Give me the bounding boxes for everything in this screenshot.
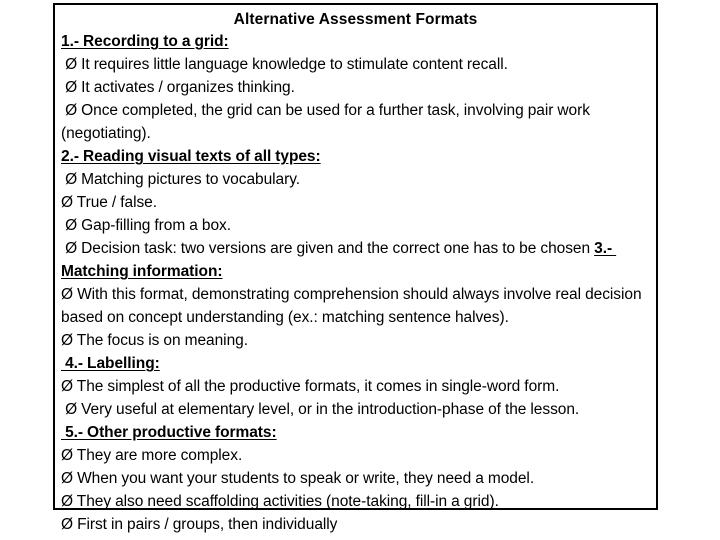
bullet-item: Ø Very useful at elementary level, or in… bbox=[61, 401, 580, 418]
bullet-item: Ø True / false. bbox=[61, 194, 157, 211]
content-text-box: Alternative Assessment Formats 1.- Recor… bbox=[53, 3, 658, 533]
slide-canvas: Alternative Assessment Formats 1.- Recor… bbox=[0, 0, 720, 540]
bullet-item: Ø When you want your students to speak o… bbox=[61, 470, 535, 487]
section-heading-4: 4.- Labelling: bbox=[61, 355, 160, 372]
bullet-item: Ø They are more complex. bbox=[61, 447, 243, 464]
bullet-item: Ø They also need scaffolding activities … bbox=[61, 493, 499, 510]
bullet-item: Ø Gap-filling from a box. bbox=[61, 217, 231, 234]
bullet-item-with-inline-heading: Ø Decision task: two versions are given … bbox=[61, 237, 650, 283]
bullet-item: Ø The focus is on meaning. bbox=[61, 332, 248, 349]
section-heading-1: 1.- Recording to a grid: bbox=[61, 33, 229, 50]
bullet-item: Ø It activates / organizes thinking. bbox=[61, 79, 295, 96]
page-title: Alternative Assessment Formats bbox=[233, 11, 478, 28]
bullet-item-text: Ø Decision task: two versions are given … bbox=[61, 240, 595, 257]
section-heading-2: 2.- Reading visual texts of all types: bbox=[61, 148, 321, 165]
bullet-item: Ø It requires little language knowledge … bbox=[61, 56, 508, 73]
section-heading-5: 5.- Other productive formats: bbox=[61, 424, 277, 441]
bullet-item: Ø Matching pictures to vocabulary. bbox=[61, 171, 301, 188]
bullet-item: Ø Once completed, the grid can be used f… bbox=[61, 102, 594, 142]
bullet-item: Ø With this format, demonstrating compre… bbox=[61, 286, 646, 326]
bullet-item: Ø First in pairs / groups, then individu… bbox=[61, 516, 338, 533]
bullet-item: Ø The simplest of all the productive for… bbox=[61, 378, 560, 395]
